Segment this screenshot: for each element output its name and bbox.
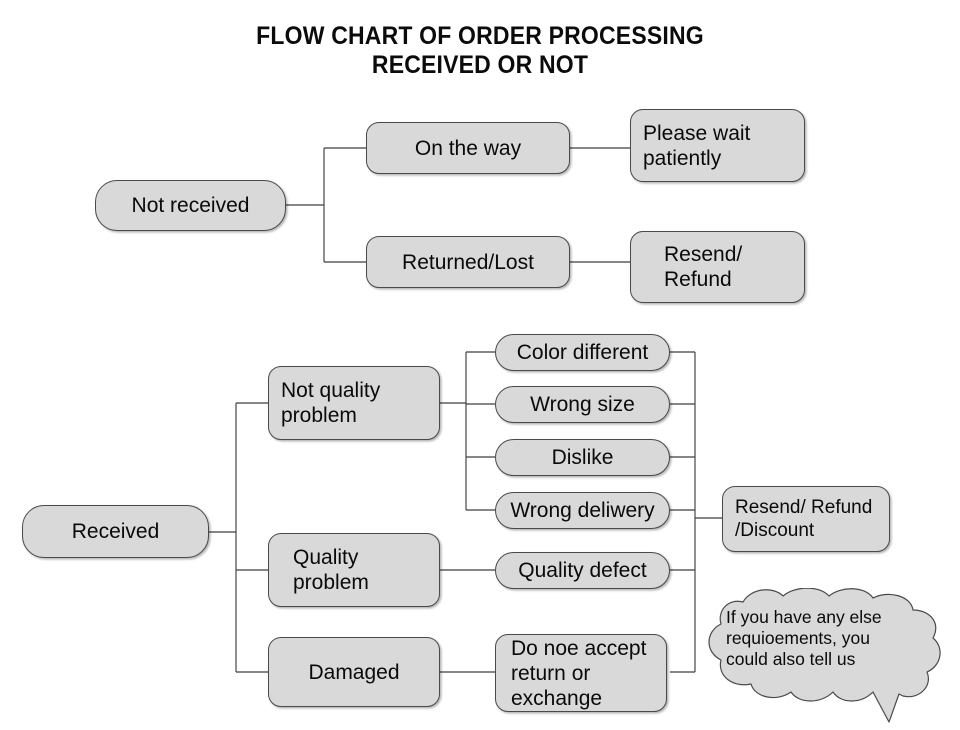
node-label: Color different [516,341,649,364]
node-label: On the way [414,136,522,160]
node-not-received[interactable]: Not received [95,180,286,231]
callout-text: If you have any else requioements, you c… [726,607,882,669]
node-resend-refund-discount[interactable]: Resend/ Refund /Discount [722,486,890,552]
node-label: Quality defect [518,559,647,582]
node-label: Resend/ Refund /Discount [735,497,873,541]
page-title: FLOW CHART OF ORDER PROCESSING RECEIVED … [256,22,704,79]
node-label: Damaged [308,660,400,684]
node-wrong-size[interactable]: Wrong size [495,386,670,423]
node-returned-lost[interactable]: Returned/Lost [366,236,570,288]
node-color-different[interactable]: Color different [495,334,670,371]
node-not-quality-problem[interactable]: Not quality problem [268,366,440,440]
node-damaged[interactable]: Damaged [268,637,440,707]
node-please-wait-patiently[interactable]: Please wait patiently [630,109,805,182]
node-quality-problem[interactable]: Quality problem [268,533,440,607]
node-label: Do noe accept return or exchange [511,636,647,710]
node-quality-defect[interactable]: Quality defect [495,552,670,589]
node-label: Not quality problem [281,379,381,427]
node-received[interactable]: Received [22,505,209,558]
node-on-the-way[interactable]: On the way [366,122,570,174]
node-label: Dislike [551,446,614,469]
flowchart-canvas: FLOW CHART OF ORDER PROCESSING RECEIVED … [0,0,960,730]
callout-bubble[interactable]: If you have any else requioements, you c… [703,588,948,728]
node-label: Please wait patiently [643,121,751,170]
node-dislike[interactable]: Dislike [495,439,670,476]
node-do-not-accept-return-or-exchange[interactable]: Do noe accept return or exchange [495,634,667,712]
node-label: Not received [131,194,250,217]
node-resend-refund[interactable]: Resend/ Refund [630,231,805,303]
node-label: Quality problem [293,546,369,594]
node-label: Wrong deliwery [510,499,655,522]
node-label: Returned/Lost [402,250,534,274]
node-label: Resend/ Refund [664,243,743,291]
node-label: Wrong size [530,393,635,416]
node-wrong-deliwery[interactable]: Wrong deliwery [495,492,670,529]
node-label: Received [71,520,160,543]
